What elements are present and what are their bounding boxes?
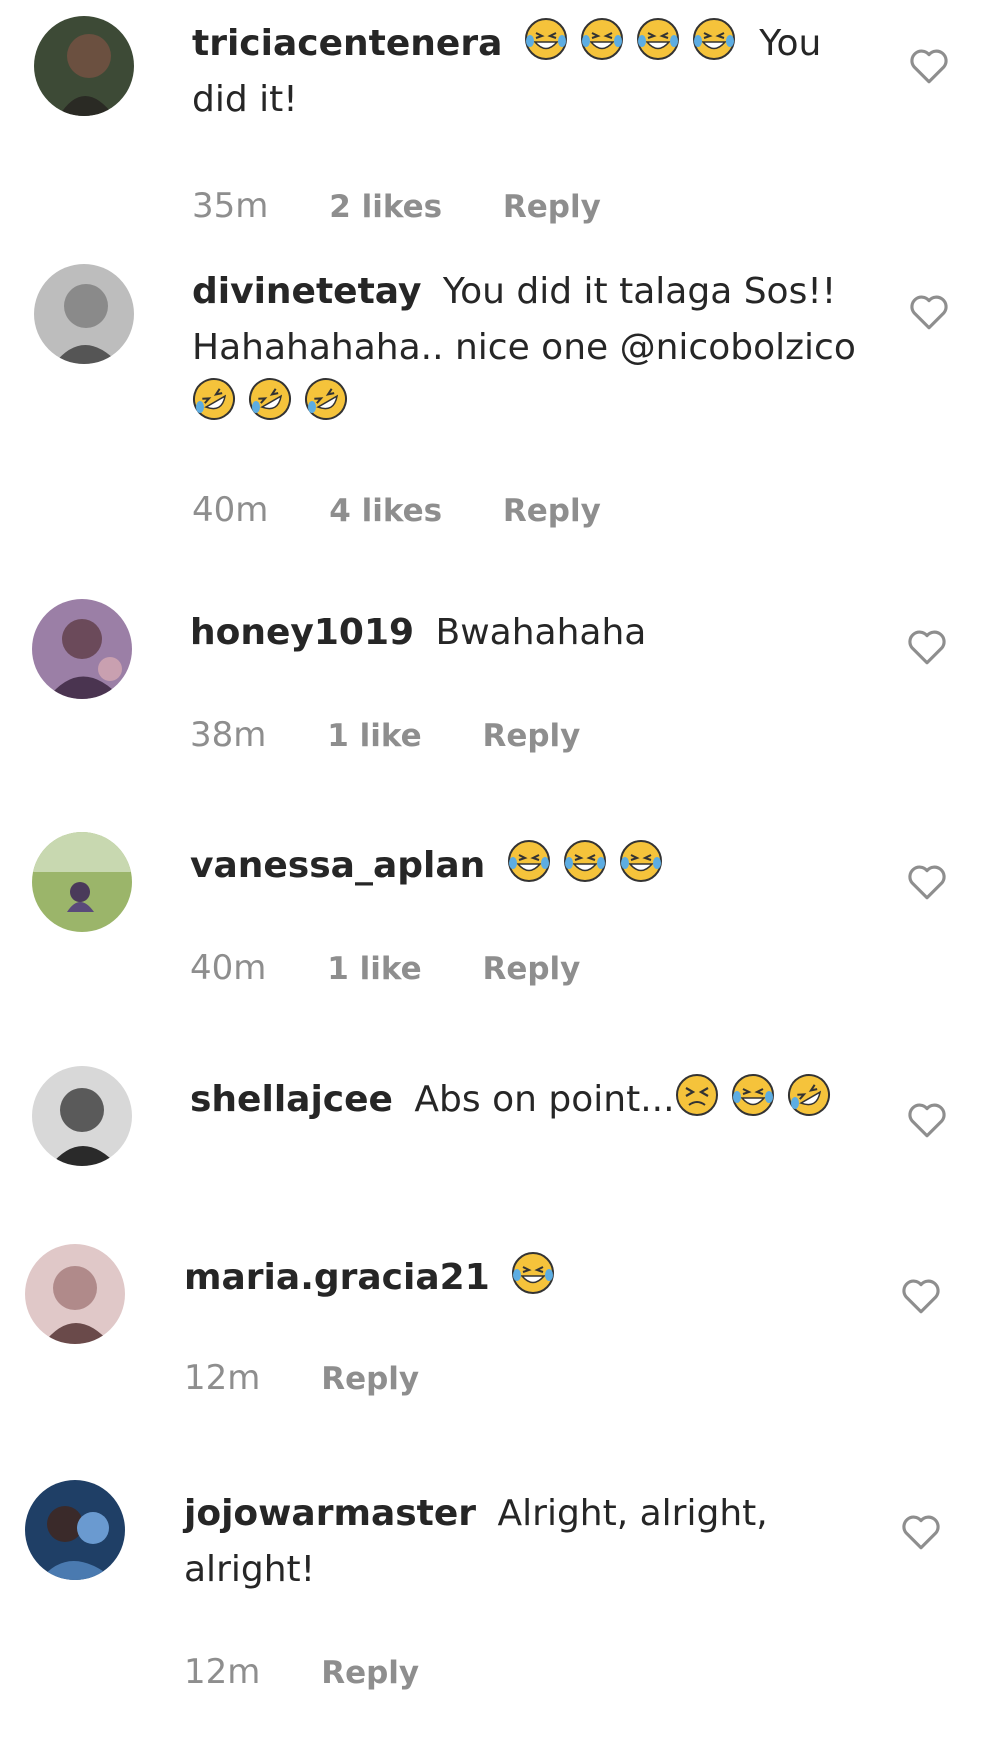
avatar[interactable]	[25, 1480, 125, 1580]
likes-count-button[interactable]: 4 likes	[329, 493, 442, 529]
comment-item: honey1019 Bwahahaha 38m 1 like Reply	[0, 595, 1000, 785]
like-button[interactable]	[908, 292, 950, 332]
grinning-squint-tears-emoji	[619, 839, 663, 883]
likes-count-button[interactable]: 2 likes	[329, 189, 442, 225]
reply-button[interactable]: Reply	[321, 1361, 419, 1397]
comment-time: 40m	[192, 490, 269, 530]
avatar-image	[34, 264, 134, 364]
avatar[interactable]	[34, 264, 134, 364]
username-link[interactable]: shellajcee	[190, 1079, 393, 1120]
comment-time: 12m	[184, 1652, 261, 1692]
comment-item: maria.gracia21 12m Reply	[0, 1240, 1000, 1440]
reply-button[interactable]: Reply	[321, 1655, 419, 1691]
grinning-squint-tears-emoji	[731, 1073, 775, 1117]
avatar-image	[32, 1066, 132, 1166]
heart-outline-icon	[908, 865, 946, 900]
avatar-image	[32, 832, 132, 932]
avatar[interactable]	[32, 1066, 132, 1166]
comments-list: triciacentenera You did it! 35m 2 likes …	[0, 0, 1000, 1740]
like-button[interactable]	[906, 627, 948, 667]
comment-text: jojowarmaster Alright, alright, alright!	[184, 1486, 880, 1598]
comment-text: shellajcee Abs on point...	[190, 1072, 880, 1128]
comment-time: 38m	[190, 715, 267, 755]
rolling-laughing-emoji	[304, 377, 348, 421]
squinting-face-emoji	[675, 1073, 719, 1117]
avatar-image	[32, 599, 132, 699]
reply-button[interactable]: Reply	[482, 718, 580, 754]
grinning-squint-tears-emoji	[563, 839, 607, 883]
username-link[interactable]: honey1019	[190, 612, 414, 653]
avatar-image	[34, 16, 134, 116]
comment-text: vanessa_aplan	[190, 838, 880, 894]
comment-time: 12m	[184, 1358, 261, 1398]
username-link[interactable]: maria.gracia21	[184, 1257, 490, 1298]
comment-text: divinetetay You did it talaga Sos!! Haha…	[192, 264, 880, 432]
like-button[interactable]	[900, 1512, 942, 1552]
heart-outline-icon	[910, 49, 948, 84]
username-link[interactable]: vanessa_aplan	[190, 845, 485, 886]
comment-text: maria.gracia21	[184, 1250, 880, 1306]
username-link[interactable]: triciacentenera	[192, 23, 502, 64]
comment-body: Abs on point...	[414, 1079, 675, 1120]
comment-item: vanessa_aplan 40m 1 like Reply	[0, 828, 1000, 1018]
like-button[interactable]	[908, 46, 950, 86]
grinning-squint-tears-emoji	[511, 1251, 555, 1295]
comment-text: honey1019 Bwahahaha	[190, 605, 880, 661]
heart-outline-icon	[908, 1103, 946, 1138]
grinning-squint-tears-emoji	[692, 17, 736, 61]
heart-outline-icon	[908, 630, 946, 665]
avatar[interactable]	[25, 1244, 125, 1344]
heart-outline-icon	[910, 295, 948, 330]
reply-button[interactable]: Reply	[503, 493, 601, 529]
grinning-squint-tears-emoji	[636, 17, 680, 61]
grinning-squint-tears-emoji	[524, 17, 568, 61]
rolling-laughing-emoji	[192, 377, 236, 421]
avatar[interactable]	[32, 599, 132, 699]
avatar-image	[25, 1480, 125, 1580]
avatar-image	[25, 1244, 125, 1344]
heart-outline-icon	[902, 1279, 940, 1314]
comment-time: 35m	[192, 186, 269, 226]
comment-item: divinetetay You did it talaga Sos!! Haha…	[0, 260, 1000, 560]
avatar[interactable]	[34, 16, 134, 116]
grinning-squint-tears-emoji	[580, 17, 624, 61]
comment-body: Bwahahaha	[435, 612, 647, 653]
reply-button[interactable]: Reply	[503, 189, 601, 225]
comment-item: triciacentenera You did it! 35m 2 likes …	[0, 0, 1000, 230]
comment-time: 40m	[190, 948, 267, 988]
rolling-laughing-emoji	[248, 377, 292, 421]
like-button[interactable]	[900, 1276, 942, 1316]
comment-item: shellajcee Abs on point...	[0, 1062, 1000, 1222]
comment-text: triciacentenera You did it!	[192, 16, 880, 128]
heart-outline-icon	[902, 1515, 940, 1550]
like-button[interactable]	[906, 862, 948, 902]
likes-count-button[interactable]: 1 like	[327, 951, 421, 987]
rolling-laughing-emoji	[787, 1073, 831, 1117]
likes-count-button[interactable]: 1 like	[327, 718, 421, 754]
like-button[interactable]	[906, 1100, 948, 1140]
avatar[interactable]	[32, 832, 132, 932]
username-link[interactable]: jojowarmaster	[184, 1493, 476, 1534]
comment-item: jojowarmaster Alright, alright, alright!…	[0, 1476, 1000, 1740]
grinning-squint-tears-emoji	[507, 839, 551, 883]
reply-button[interactable]: Reply	[482, 951, 580, 987]
username-link[interactable]: divinetetay	[192, 271, 421, 312]
